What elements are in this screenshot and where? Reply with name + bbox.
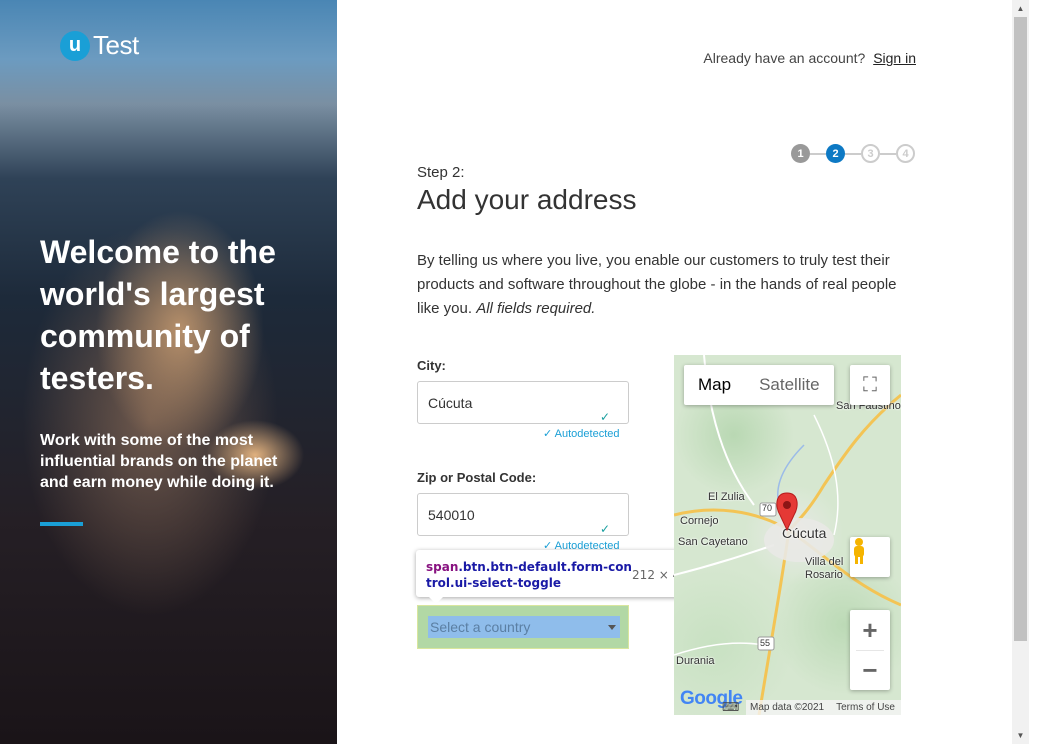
logo-mark: u	[60, 30, 90, 61]
tooltip-arrow	[428, 596, 444, 604]
country-select[interactable]: Select a country	[428, 616, 620, 638]
country-placeholder: Select a country	[430, 619, 531, 635]
city-check-icon: ✓	[600, 410, 611, 424]
tooltip-selector: span.btn.btn-default.form-control.ui-sel…	[426, 559, 636, 591]
city-input[interactable]	[417, 381, 629, 424]
city-autodetected: ✓ Autodetected	[543, 428, 620, 440]
step-1: 1	[791, 144, 810, 163]
hero-subline: Work with some of the most influential b…	[40, 432, 278, 491]
zip-input[interactable]	[417, 493, 629, 536]
map-type-satellite-button[interactable]: Satellite	[745, 365, 833, 405]
place-el-zulia: El Zulia	[708, 491, 745, 503]
step-connector	[845, 152, 861, 155]
tooltip-tag: span	[426, 560, 459, 574]
route-label-70: 70	[762, 503, 773, 513]
country-select-highlight[interactable]: Select a country	[417, 605, 629, 649]
scrollbar-thumb[interactable]	[1014, 17, 1027, 641]
logo-text: Test	[93, 30, 139, 60]
place-villa-del-rosario: Villa del Rosario	[805, 556, 844, 581]
zoom-control: + −	[850, 610, 890, 690]
window-edge	[1029, 0, 1045, 744]
keyboard-shortcuts-icon[interactable]: ⌨	[722, 700, 739, 714]
map-data-text: Map data ©2021	[750, 702, 825, 713]
vertical-scrollbar[interactable]: ▲ ▼	[1012, 0, 1029, 744]
step-connector	[810, 152, 826, 155]
step-connector	[880, 152, 896, 155]
step-4: 4	[896, 144, 915, 163]
fullscreen-icon[interactable]: ⛶	[850, 365, 890, 405]
map-type-control: Map Satellite	[684, 365, 834, 405]
pegman-icon[interactable]	[850, 537, 890, 577]
terms-of-use-link[interactable]: Terms of Use	[836, 702, 895, 713]
step-2: 2	[826, 144, 845, 163]
account-prompt-text: Already have an account?	[703, 50, 866, 66]
scroll-down-icon[interactable]: ▼	[1012, 727, 1029, 744]
utest-logo[interactable]: u Test	[60, 30, 139, 61]
zoom-divider	[856, 650, 884, 651]
scroll-up-icon[interactable]: ▲	[1012, 0, 1029, 17]
signin-prompt: Already have an account? Sign in	[703, 50, 916, 66]
step-3: 3	[861, 144, 880, 163]
zoom-in-icon[interactable]: +	[850, 610, 890, 650]
step-indicator: 1 2 3 4	[791, 144, 915, 163]
devtools-inspect-tooltip: span.btn.btn-default.form-control.ui-sel…	[416, 550, 717, 597]
zoom-out-icon[interactable]: −	[850, 650, 890, 690]
city-label: City:	[417, 358, 446, 373]
accent-divider	[40, 522, 83, 526]
google-map[interactable]: 70 55 San Faustino El Zulia Cornejo San …	[674, 355, 901, 715]
map-attribution: Map data ©2021 Terms of Use	[746, 700, 901, 715]
map-type-map-button[interactable]: Map	[684, 365, 745, 405]
hero-headline: Welcome to the world's largest community…	[40, 234, 276, 396]
signin-link[interactable]: Sign in	[873, 50, 916, 66]
caret-down-icon	[608, 624, 616, 630]
place-cornejo: Cornejo	[680, 515, 719, 527]
zip-check-icon: ✓	[600, 522, 611, 536]
hero-panel: u Test Welcome to the world's largest co…	[0, 0, 337, 744]
intro-emphasis: All fields required.	[476, 300, 596, 317]
place-durania: Durania	[676, 655, 715, 667]
place-san-cayetano: San Cayetano	[678, 536, 748, 548]
zip-label: Zip or Postal Code:	[417, 470, 537, 485]
intro-text: By telling us where you live, you enable…	[417, 249, 922, 321]
route-label-55: 55	[760, 638, 771, 648]
page-title: Add your address	[417, 184, 637, 215]
city-autodetected-text: Autodetected	[554, 428, 620, 440]
place-cucuta: Cúcuta	[782, 525, 827, 541]
step-label: Step 2:	[417, 164, 465, 181]
